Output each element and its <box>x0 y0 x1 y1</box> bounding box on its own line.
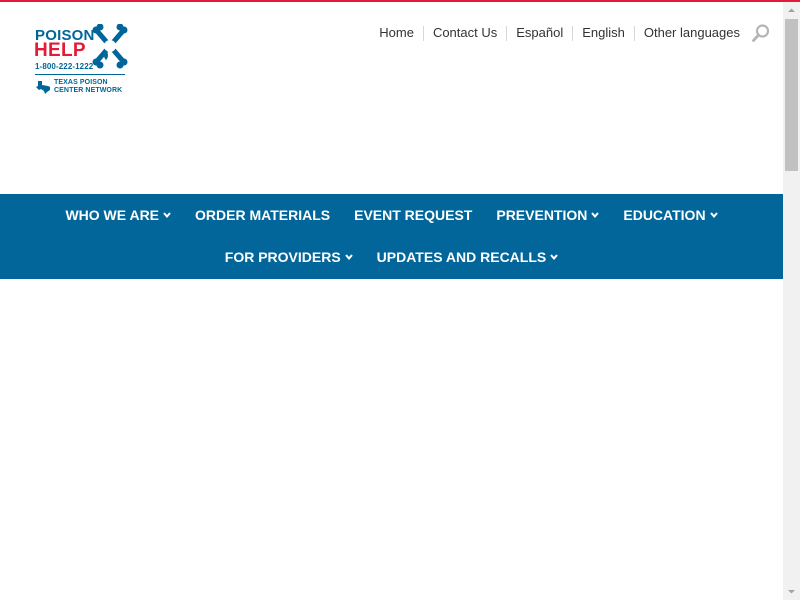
scroll-up-arrow-icon[interactable] <box>783 2 800 19</box>
nav-updates-and-recalls[interactable]: UPDATES AND RECALLS <box>365 248 571 266</box>
vertical-scrollbar[interactable] <box>783 2 800 600</box>
main-nav: WHO WE ARE ORDER MATERIALS EVENT REQUEST… <box>0 194 783 279</box>
chevron-down-icon <box>709 212 718 218</box>
skull-crossbones-icon <box>92 24 128 69</box>
poison-help-logo[interactable]: POISON HELP 1-800-222-1222 TEXAS POISON <box>34 24 130 98</box>
util-link-contact-us[interactable]: Contact Us <box>424 25 506 41</box>
main-nav-row-1: WHO WE ARE ORDER MATERIALS EVENT REQUEST… <box>0 206 783 224</box>
logo-network-line1: TEXAS POISON <box>54 79 108 86</box>
main-nav-row-2: FOR PROVIDERS UPDATES AND RECALLS <box>0 248 783 266</box>
chevron-down-icon <box>550 254 558 260</box>
nav-label: PREVENTION <box>496 207 588 223</box>
nav-for-providers[interactable]: FOR PROVIDERS <box>213 248 365 266</box>
nav-label: EVENT REQUEST <box>354 207 473 223</box>
logo-divider <box>35 74 125 75</box>
texas-state-icon <box>36 81 50 94</box>
chevron-down-icon <box>163 212 171 218</box>
chevron-down-icon <box>591 212 600 218</box>
scroll-down-arrow-icon[interactable] <box>783 583 800 600</box>
nav-label: UPDATES AND RECALLS <box>376 249 547 265</box>
nav-prevention[interactable]: PREVENTION <box>484 206 611 224</box>
nav-label: FOR PROVIDERS <box>224 249 341 265</box>
nav-label: EDUCATION <box>623 207 706 223</box>
nav-who-we-are[interactable]: WHO WE ARE <box>53 206 183 224</box>
util-link-english[interactable]: English <box>573 25 634 41</box>
util-link-espanol[interactable]: Español <box>507 25 572 41</box>
logo-network-line2: CENTER NETWORK <box>54 87 123 94</box>
logo-line-help: HELP <box>34 40 86 61</box>
scrollbar-thumb[interactable] <box>785 19 798 171</box>
nav-label: ORDER MATERIALS <box>195 207 331 223</box>
nav-education[interactable]: EDUCATION <box>611 206 729 224</box>
util-link-home[interactable]: Home <box>370 25 423 41</box>
nav-order-materials[interactable]: ORDER MATERIALS <box>183 206 342 224</box>
page: POISON HELP 1-800-222-1222 TEXAS POISON <box>0 2 783 600</box>
utility-nav: Home Contact Us Español English Other la… <box>370 24 771 42</box>
main-content-area <box>0 279 783 600</box>
logo-network-text: TEXAS POISON CENTER NETWORK <box>54 79 122 95</box>
chevron-down-icon <box>344 254 353 260</box>
util-link-other-languages[interactable]: Other languages <box>635 25 749 41</box>
logo-phone: 1-800-222-1222 <box>35 62 94 71</box>
search-icon[interactable] <box>751 23 771 43</box>
nav-label: WHO WE ARE <box>65 207 160 223</box>
nav-event-request[interactable]: EVENT REQUEST <box>342 206 484 224</box>
